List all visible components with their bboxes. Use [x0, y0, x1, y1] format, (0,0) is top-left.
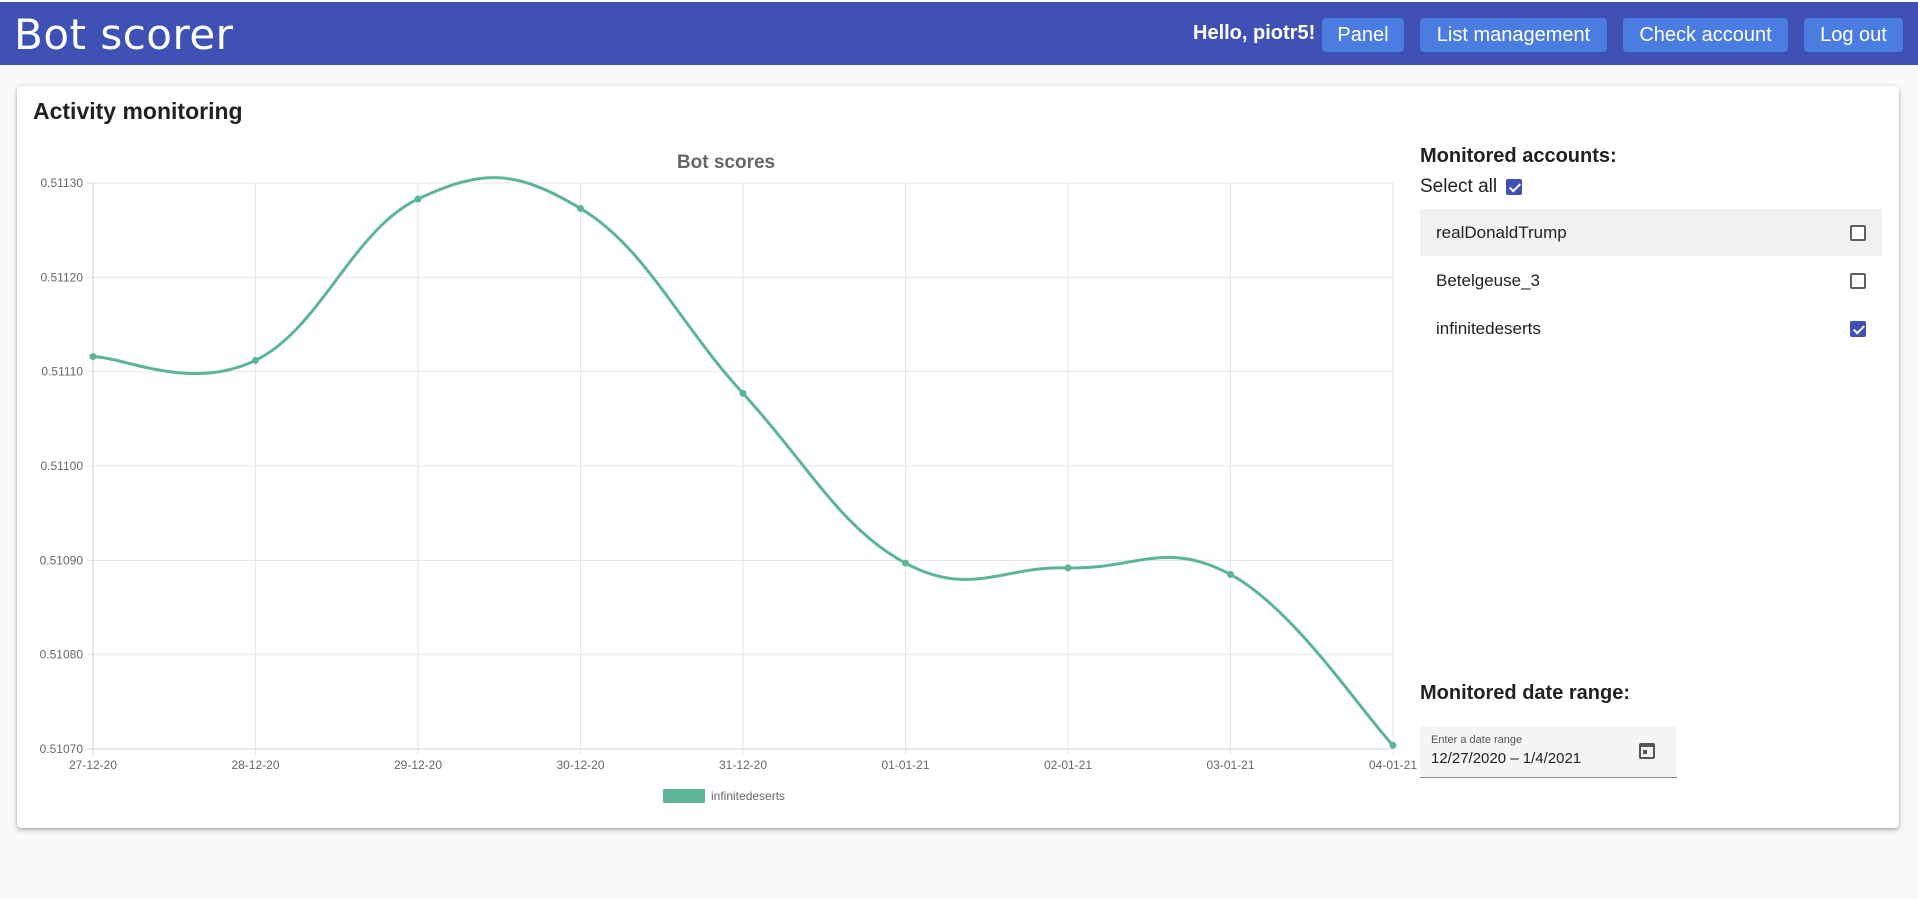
chart-title: Bot scores [677, 152, 775, 173]
x-tick-label: 02-01-21 [1044, 758, 1092, 772]
x-tick-label: 01-01-21 [881, 758, 929, 772]
account-checkbox[interactable] [1850, 224, 1866, 241]
date-range-field[interactable]: Enter a date range 12/27/2020 – 1/4/2021 [1420, 726, 1677, 778]
bot-scores-chart: Bot scores 0.51070 0.51080 0.51090 0.51100 0… [40, 152, 1417, 803]
monitored-accounts-heading: Monitored accounts: [1420, 145, 1617, 167]
x-tick-label: 27-12-20 [69, 758, 117, 772]
date-range-input[interactable]: 12/27/2020 – 1/4/2021 [1431, 750, 1581, 767]
panel-button[interactable]: Panel [1322, 18, 1404, 52]
x-tick-label: 03-01-21 [1206, 758, 1254, 772]
data-point[interactable] [1389, 741, 1397, 749]
monitored-date-range-heading: Monitored date range: [1420, 682, 1631, 704]
y-tick-label: 0.51090 [40, 553, 84, 567]
legend-label[interactable]: infinitedeserts [711, 789, 785, 803]
account-checkbox[interactable] [1850, 272, 1866, 289]
greeting-text: Hello, piotr5! [1193, 22, 1316, 44]
account-row-realdonaldtrump[interactable]: realDonaldTrump [1420, 209, 1882, 256]
x-tick-label: 30-12-20 [556, 758, 604, 772]
y-tick-label: 0.51100 [41, 459, 84, 473]
y-tick-label: 0.51080 [40, 648, 84, 662]
calendar-icon[interactable] [1639, 743, 1655, 759]
data-point[interactable] [577, 204, 584, 212]
date-range-label: Enter a date range [1431, 734, 1523, 746]
check-account-button[interactable]: Check account [1623, 18, 1788, 52]
x-tick-label: 29-12-20 [394, 758, 442, 772]
data-point[interactable] [1064, 564, 1072, 572]
select-all-row[interactable]: Select all [1420, 176, 1523, 198]
app-title: Bot scorer [14, 10, 234, 59]
account-row-infinitedeserts[interactable]: infinitedeserts [1420, 305, 1882, 352]
account-name: infinitedeserts [1436, 318, 1541, 338]
select-all-label: Select all [1420, 176, 1498, 197]
x-tick-label: 04-01-21 [1369, 758, 1417, 772]
account-row-betelgeuse-3[interactable]: Betelgeuse_3 [1420, 257, 1882, 304]
x-tick-label: 31-12-20 [719, 758, 767, 772]
data-point[interactable] [902, 559, 909, 567]
data-point[interactable] [414, 195, 422, 203]
y-tick-label: 0.51130 [41, 176, 84, 190]
x-tick-label: 28-12-20 [231, 758, 279, 772]
account-name: Betelgeuse_3 [1436, 270, 1540, 290]
data-point[interactable] [89, 353, 97, 361]
list-management-button[interactable]: List management [1420, 18, 1607, 52]
legend-swatch[interactable] [663, 789, 705, 803]
select-all-checkbox[interactable] [1506, 179, 1523, 195]
account-checkbox[interactable] [1850, 320, 1866, 337]
y-tick-label: 0.51070 [40, 742, 84, 756]
y-tick-label: 0.51110 [41, 365, 83, 379]
y-tick-label: 0.51120 [41, 270, 84, 284]
data-point[interactable] [1227, 570, 1234, 578]
data-point[interactable] [252, 356, 259, 364]
log-out-button[interactable]: Log out [1804, 18, 1903, 52]
account-name: realDonaldTrump [1436, 222, 1567, 242]
top-app-bar: Bot scorer Hello, piotr5! Panel List man… [0, 0, 1918, 65]
data-point[interactable] [739, 389, 747, 397]
activity-monitoring-card: Activity monitoring Bot scores 0.51070 0.… [17, 86, 1899, 828]
